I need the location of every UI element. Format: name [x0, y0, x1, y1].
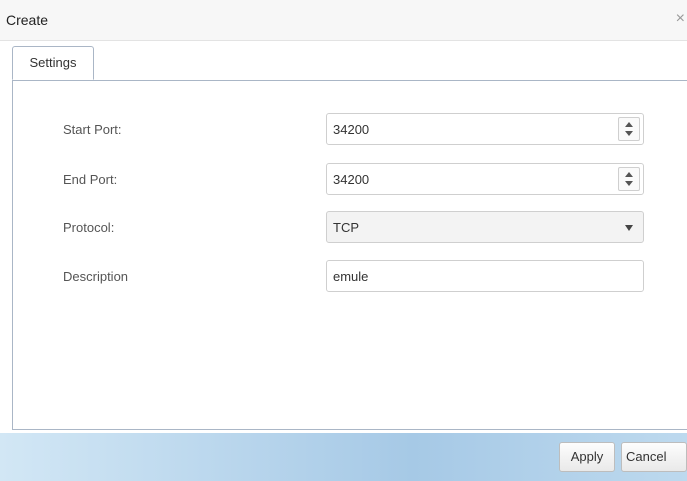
dialog-footer: Apply Cancel — [0, 433, 687, 481]
start-port-label: Start Port: — [63, 122, 122, 137]
description-value: emule — [333, 269, 369, 284]
spinner-up-icon[interactable] — [625, 122, 633, 127]
protocol-value: TCP — [333, 220, 359, 235]
tab-settings[interactable]: Settings — [12, 46, 94, 80]
protocol-label: Protocol: — [63, 220, 115, 235]
apply-button[interactable]: Apply — [559, 442, 615, 472]
spinner-down-icon[interactable] — [625, 181, 633, 186]
cancel-button[interactable]: Cancel — [621, 442, 687, 472]
create-dialog: Create × Settings Start Port: 34200 End … — [0, 0, 687, 481]
close-icon[interactable]: × — [676, 10, 685, 28]
description-input[interactable]: emule — [326, 260, 644, 292]
start-port-stepper[interactable]: 34200 — [326, 113, 644, 145]
end-port-label: End Port: — [63, 172, 118, 187]
protocol-select[interactable]: TCP — [326, 211, 644, 243]
settings-panel: Start Port: 34200 End Port: 34200 Protoc… — [12, 80, 687, 430]
dialog-titlebar: Create × — [0, 0, 687, 41]
spinner-down-icon[interactable] — [625, 131, 633, 136]
tab-settings-label: Settings — [29, 55, 77, 70]
tab-strip: Settings — [12, 46, 687, 81]
dialog-title: Create — [6, 12, 49, 28]
end-port-stepper[interactable]: 34200 — [326, 163, 644, 195]
description-label: Description — [63, 269, 129, 284]
start-port-spinner[interactable] — [618, 117, 640, 141]
end-port-value: 34200 — [333, 172, 370, 187]
spinner-up-icon[interactable] — [625, 172, 633, 177]
start-port-value: 34200 — [333, 122, 370, 137]
end-port-spinner[interactable] — [618, 167, 640, 191]
chevron-down-icon[interactable] — [625, 225, 633, 231]
